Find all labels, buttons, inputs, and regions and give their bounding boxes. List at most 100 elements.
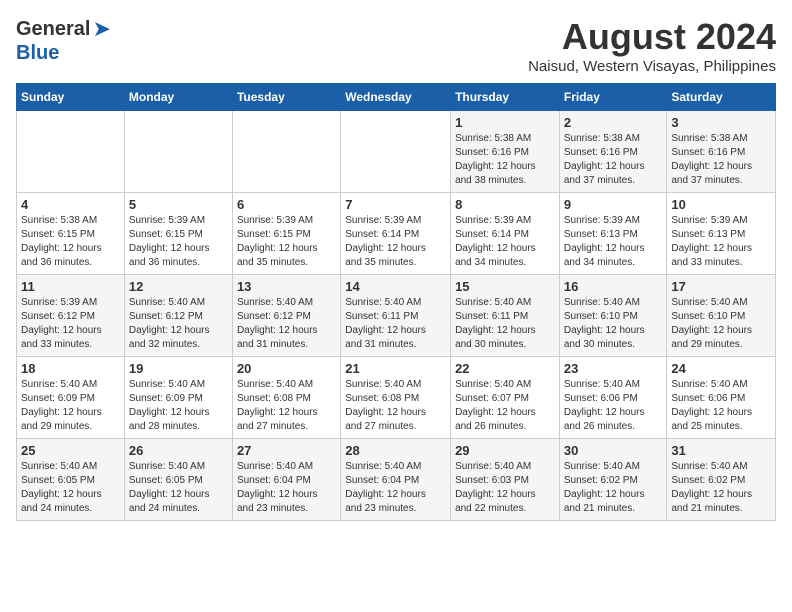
day-detail: Sunrise: 5:40 AM Sunset: 6:08 PM Dayligh…: [237, 379, 318, 432]
calendar-cell: 5 Sunrise: 5:39 AM Sunset: 6:15 PM Daylig…: [124, 193, 232, 275]
day-number: 11: [21, 279, 120, 294]
day-number: 29: [455, 443, 555, 458]
calendar-cell: 10 Sunrise: 5:39 AM Sunset: 6:13 PM Dayli…: [667, 193, 776, 275]
calendar-cell: [17, 111, 125, 193]
weekday-header-sunday: Sunday: [17, 84, 125, 111]
day-detail: Sunrise: 5:40 AM Sunset: 6:12 PM Dayligh…: [129, 297, 210, 350]
calendar-cell: 18Sunrise: 5:40 AM Sunset: 6:09 PM Dayli…: [17, 357, 125, 439]
calendar-cell: 17Sunrise: 5:40 AM Sunset: 6:10 PM Dayli…: [667, 275, 776, 357]
calendar-cell: 19 Sunrise: 5:40 AM Sunset: 6:09 PM Dayli…: [124, 357, 232, 439]
day-number: 9: [564, 197, 663, 212]
calendar-cell: 22Sunrise: 5:40 AM Sunset: 6:07 PM Dayli…: [451, 357, 560, 439]
day-detail: Sunrise: 5:39 AM Sunset: 6:12 PM Dayligh…: [21, 297, 102, 350]
day-detail: Sunrise: 5:38 AM Sunset: 6:16 PM Dayligh…: [455, 133, 536, 186]
calendar-title: August 2024: [528, 16, 776, 58]
calendar-cell: 4 Sunrise: 5:38 AM Sunset: 6:15 PM Daylig…: [17, 193, 125, 275]
weekday-header-saturday: Saturday: [667, 84, 776, 111]
day-number: 24: [671, 361, 771, 376]
day-detail: Sunrise: 5:40 AM Sunset: 6:02 PM Dayligh…: [671, 461, 752, 514]
day-number: 23: [564, 361, 663, 376]
day-detail: Sunrise: 5:40 AM Sunset: 6:11 PM Dayligh…: [345, 297, 426, 350]
calendar-cell: 7 Sunrise: 5:39 AM Sunset: 6:14 PM Daylig…: [341, 193, 451, 275]
calendar-cell: 11 Sunrise: 5:39 AM Sunset: 6:12 PM Dayli…: [17, 275, 125, 357]
calendar-cell: 26 Sunrise: 5:40 AM Sunset: 6:05 PM Dayli…: [124, 439, 232, 521]
day-detail: Sunrise: 5:39 AM Sunset: 6:14 PM Dayligh…: [345, 215, 426, 268]
calendar-cell: [124, 111, 232, 193]
calendar-cell: 15 Sunrise: 5:40 AM Sunset: 6:11 PM Dayli…: [451, 275, 560, 357]
calendar-cell: 8 Sunrise: 5:39 AM Sunset: 6:14 PM Daylig…: [451, 193, 560, 275]
day-number: 12: [129, 279, 228, 294]
calendar-cell: 14 Sunrise: 5:40 AM Sunset: 6:11 PM Dayli…: [341, 275, 451, 357]
day-detail: Sunrise: 5:39 AM Sunset: 6:13 PM Dayligh…: [671, 215, 752, 268]
logo: General ➤ Blue: [16, 16, 111, 65]
calendar-cell: 1 Sunrise: 5:38 AM Sunset: 6:16 PM Daylig…: [451, 111, 560, 193]
calendar-table: SundayMondayTuesdayWednesdayThursdayFrid…: [16, 83, 776, 521]
day-number: 7: [345, 197, 446, 212]
weekday-header-thursday: Thursday: [451, 84, 560, 111]
day-number: 26: [129, 443, 228, 458]
logo-blue-text: Blue: [16, 42, 59, 64]
calendar-cell: 28 Sunrise: 5:40 AM Sunset: 6:04 PM Dayli…: [341, 439, 451, 521]
day-detail: Sunrise: 5:39 AM Sunset: 6:15 PM Dayligh…: [237, 215, 318, 268]
day-number: 8: [455, 197, 555, 212]
day-detail: Sunrise: 5:40 AM Sunset: 6:07 PM Dayligh…: [455, 379, 536, 432]
day-detail: Sunrise: 5:40 AM Sunset: 6:11 PM Dayligh…: [455, 297, 536, 350]
calendar-cell: 27 Sunrise: 5:40 AM Sunset: 6:04 PM Dayli…: [232, 439, 340, 521]
calendar-cell: 21 Sunrise: 5:40 AM Sunset: 6:08 PM Dayli…: [341, 357, 451, 439]
weekday-header-tuesday: Tuesday: [232, 84, 340, 111]
day-number: 10: [671, 197, 771, 212]
day-detail: Sunrise: 5:40 AM Sunset: 6:09 PM Dayligh…: [21, 379, 102, 432]
day-detail: Sunrise: 5:40 AM Sunset: 6:04 PM Dayligh…: [237, 461, 318, 514]
calendar-cell: 30Sunrise: 5:40 AM Sunset: 6:02 PM Dayli…: [559, 439, 667, 521]
day-detail: Sunrise: 5:40 AM Sunset: 6:10 PM Dayligh…: [564, 297, 645, 350]
day-detail: Sunrise: 5:40 AM Sunset: 6:12 PM Dayligh…: [237, 297, 318, 350]
day-number: 13: [237, 279, 336, 294]
day-number: 19: [129, 361, 228, 376]
calendar-cell: 24 Sunrise: 5:40 AM Sunset: 6:06 PM Dayli…: [667, 357, 776, 439]
calendar-cell: 9Sunrise: 5:39 AM Sunset: 6:13 PM Daylig…: [559, 193, 667, 275]
calendar-cell: 16 Sunrise: 5:40 AM Sunset: 6:10 PM Dayli…: [559, 275, 667, 357]
day-number: 14: [345, 279, 446, 294]
day-detail: Sunrise: 5:38 AM Sunset: 6:16 PM Dayligh…: [564, 133, 645, 186]
title-section: August 2024 Naisud, Western Visayas, Phi…: [528, 16, 776, 75]
day-detail: Sunrise: 5:39 AM Sunset: 6:15 PM Dayligh…: [129, 215, 210, 268]
weekday-header-monday: Monday: [124, 84, 232, 111]
logo-general-text: General: [16, 18, 90, 41]
day-number: 28: [345, 443, 446, 458]
day-detail: Sunrise: 5:40 AM Sunset: 6:06 PM Dayligh…: [564, 379, 645, 432]
day-detail: Sunrise: 5:40 AM Sunset: 6:04 PM Dayligh…: [345, 461, 426, 514]
day-number: 20: [237, 361, 336, 376]
day-number: 21: [345, 361, 446, 376]
day-detail: Sunrise: 5:40 AM Sunset: 6:08 PM Dayligh…: [345, 379, 426, 432]
calendar-cell: 2 Sunrise: 5:38 AM Sunset: 6:16 PM Daylig…: [559, 111, 667, 193]
day-number: 16: [564, 279, 663, 294]
day-number: 6: [237, 197, 336, 212]
day-detail: Sunrise: 5:40 AM Sunset: 6:05 PM Dayligh…: [129, 461, 210, 514]
calendar-cell: 29Sunrise: 5:40 AM Sunset: 6:03 PM Dayli…: [451, 439, 560, 521]
day-number: 2: [564, 115, 663, 130]
day-detail: Sunrise: 5:40 AM Sunset: 6:06 PM Dayligh…: [671, 379, 752, 432]
day-number: 1: [455, 115, 555, 130]
day-detail: Sunrise: 5:40 AM Sunset: 6:02 PM Dayligh…: [564, 461, 645, 514]
calendar-cell: [341, 111, 451, 193]
weekday-header-friday: Friday: [559, 84, 667, 111]
day-number: 17: [671, 279, 771, 294]
day-number: 27: [237, 443, 336, 458]
day-detail: Sunrise: 5:38 AM Sunset: 6:16 PM Dayligh…: [671, 133, 752, 186]
day-detail: Sunrise: 5:40 AM Sunset: 6:09 PM Dayligh…: [129, 379, 210, 432]
day-detail: Sunrise: 5:38 AM Sunset: 6:15 PM Dayligh…: [21, 215, 102, 268]
day-number: 3: [671, 115, 771, 130]
calendar-cell: 25Sunrise: 5:40 AM Sunset: 6:05 PM Dayli…: [17, 439, 125, 521]
calendar-cell: 12 Sunrise: 5:40 AM Sunset: 6:12 PM Dayli…: [124, 275, 232, 357]
calendar-cell: 23 Sunrise: 5:40 AM Sunset: 6:06 PM Dayli…: [559, 357, 667, 439]
calendar-cell: 31Sunrise: 5:40 AM Sunset: 6:02 PM Dayli…: [667, 439, 776, 521]
day-detail: Sunrise: 5:39 AM Sunset: 6:14 PM Dayligh…: [455, 215, 536, 268]
day-number: 5: [129, 197, 228, 212]
day-number: 15: [455, 279, 555, 294]
calendar-subtitle: Naisud, Western Visayas, Philippines: [528, 58, 776, 75]
calendar-cell: 13 Sunrise: 5:40 AM Sunset: 6:12 PM Dayli…: [232, 275, 340, 357]
calendar-cell: [232, 111, 340, 193]
logo-bird-icon: ➤: [92, 16, 110, 42]
day-number: 4: [21, 197, 120, 212]
page-header: General ➤ Blue August 2024 Naisud, Weste…: [16, 16, 776, 75]
